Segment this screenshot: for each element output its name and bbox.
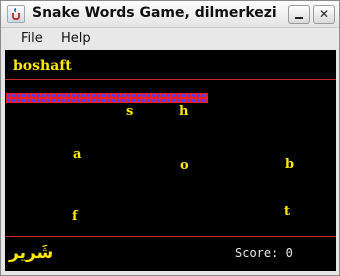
letter-o: o xyxy=(180,158,189,173)
letter-f: f xyxy=(72,209,78,224)
target-word: boshaft xyxy=(13,58,72,74)
letter-h: h xyxy=(179,104,189,119)
minimize-icon xyxy=(295,17,303,19)
window-title: Snake Words Game, dilmerkezi.i xyxy=(32,5,277,21)
top-divider xyxy=(5,79,336,80)
app-window: Snake Words Game, dilmerkezi.i ✕ File He… xyxy=(0,0,340,276)
menu-file[interactable]: File xyxy=(21,31,43,46)
bottom-divider xyxy=(5,236,336,237)
menu-bar: File Help xyxy=(1,28,339,49)
letter-t: t xyxy=(284,204,291,219)
minimize-button[interactable] xyxy=(288,5,310,24)
score-display: Score: 0 xyxy=(235,246,293,260)
java-app-icon[interactable] xyxy=(7,5,25,23)
title-bar[interactable]: Snake Words Game, dilmerkezi.i ✕ xyxy=(1,1,339,28)
menu-help[interactable]: Help xyxy=(61,31,91,46)
close-button[interactable]: ✕ xyxy=(313,5,335,24)
letter-a: a xyxy=(73,147,82,162)
game-board[interactable]: boshaft s h a o b f t شَرير Score: 0 xyxy=(5,50,336,271)
translation-word: شَرير xyxy=(9,243,54,263)
close-icon: ✕ xyxy=(318,7,330,21)
letter-s: s xyxy=(126,104,134,119)
snake xyxy=(6,93,208,103)
letter-b: b xyxy=(285,157,295,172)
